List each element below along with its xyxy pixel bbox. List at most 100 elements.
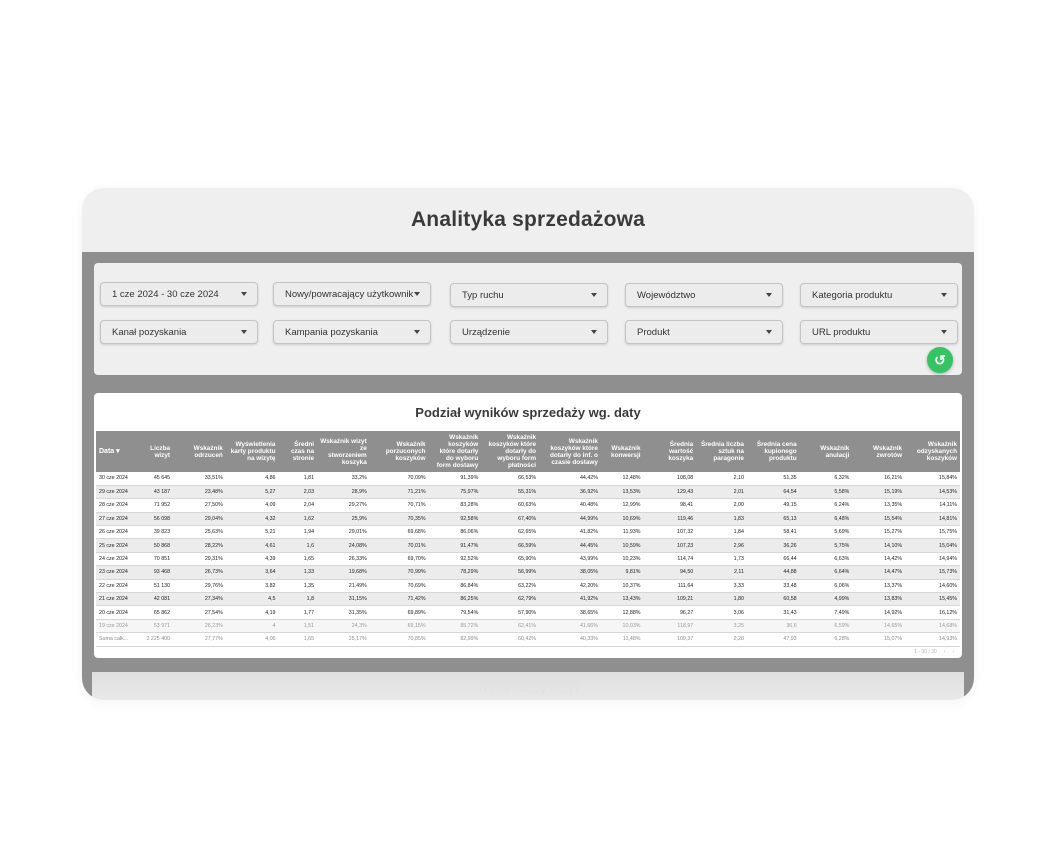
- table-cell: 53 971: [142, 619, 174, 634]
- table-cell: 111,64: [643, 579, 697, 594]
- table-cell: 1,77: [278, 605, 318, 620]
- column-header[interactable]: Wskaźnik koszyków które dotarły do wybor…: [428, 431, 482, 472]
- table-cell: 4,39: [225, 552, 279, 567]
- filter-acquisition-channel[interactable]: Kanał pozyskania: [100, 320, 258, 344]
- table-cell: 45 645: [142, 472, 174, 486]
- table-cell: 1,65: [278, 552, 318, 567]
- table-cell: 31,35%: [317, 605, 370, 620]
- table-cell: 2,10: [696, 472, 747, 486]
- filter-label: Urządzenie: [462, 326, 511, 338]
- table-cell: 1,83: [696, 512, 747, 527]
- chevron-down-icon: [414, 330, 420, 334]
- table-row[interactable]: 23 cze 2024 93 468 26,73% 3,64 1,33 19,68% 70,…: [96, 565, 960, 580]
- table-cell: 86,84%: [428, 579, 482, 594]
- table-row[interactable]: 19 cze 2024 53 971 26,23% 4 1,51 24,3% 69,15% 8…: [96, 619, 960, 634]
- page-title: Analityka sprzedażowa: [410, 208, 646, 231]
- column-header[interactable]: Wskaźnik porzuconych koszyków: [369, 431, 429, 472]
- column-header[interactable]: Wskaźnik wizyt ze stworzeniem koszyka: [317, 431, 370, 472]
- table-cell: 12,48%: [600, 472, 644, 486]
- reset-filters-button[interactable]: ↺: [927, 347, 953, 373]
- column-header[interactable]: Średnia wartość koszyka: [643, 431, 697, 472]
- column-header[interactable]: Wskaźnik konwersji: [600, 431, 644, 472]
- table-cell: 19,68%: [317, 565, 370, 580]
- table-cell: 65,90%: [481, 552, 540, 567]
- column-header[interactable]: Wskaźnik koszyków które dotarły do inf. …: [539, 431, 601, 472]
- table-cell: 62,79%: [481, 592, 540, 607]
- column-header[interactable]: Wskaźnik anulacji: [799, 431, 853, 472]
- table-cell: 3,82: [225, 579, 279, 594]
- table-cell: 1,81: [278, 472, 318, 486]
- table-total-row: Suma całk... 2 225 400 27,77% 4,06 1,65 25,17…: [96, 632, 960, 647]
- table-cell: 22 cze 2024: [96, 579, 143, 594]
- table-cell: 83,28%: [428, 498, 482, 513]
- table-cell: 14,53%: [905, 485, 960, 500]
- table-cell: 10,69%: [600, 512, 644, 527]
- table-cell: 26,73%: [173, 565, 226, 580]
- table-row[interactable]: 21 cze 2024 42 081 27,34% 4,5 1,8 31,15% 71,42…: [96, 592, 960, 607]
- table-pagination: 1 - 30 / 30 ‹ ›: [914, 649, 954, 655]
- table-cell: 60,63%: [481, 498, 540, 513]
- chevron-down-icon: [766, 293, 772, 297]
- filter-product-category[interactable]: Kategoria produktu: [800, 283, 958, 307]
- column-header[interactable]: Średnia liczba sztuk na paragonie: [696, 431, 747, 472]
- column-header[interactable]: Wskaźnik odzyskanych koszyków: [905, 431, 960, 472]
- table-cell: 21 cze 2024: [96, 592, 143, 607]
- column-header[interactable]: Liczba wizyt: [142, 431, 174, 472]
- table-cell: 15,54%: [852, 512, 906, 527]
- filter-user-type[interactable]: Nowy/powracający użytkownik: [273, 282, 431, 306]
- next-page-button[interactable]: ›: [952, 649, 954, 655]
- table-row[interactable]: 22 cze 2024 51 130 29,76% 3,82 1,35 21,49% 70,…: [96, 579, 960, 594]
- table-cell: 6,06%: [799, 579, 853, 594]
- column-header[interactable]: Wskaźnik odrzuceń: [173, 431, 226, 472]
- filter-product-url[interactable]: URL produktu: [800, 320, 958, 344]
- table-cell: 64,54: [746, 485, 800, 500]
- table-cell: 44,45%: [539, 538, 601, 553]
- table-row[interactable]: 30 cze 2024 45 645 33,51% 4,86 1,81 33,2% 70,0…: [96, 472, 960, 486]
- table-row[interactable]: 27 cze 2024 56 098 29,04% 4,32 1,62 25,9% 70,3…: [96, 512, 960, 527]
- table-cell: 14,92%: [852, 605, 906, 620]
- chevron-down-icon: [241, 292, 247, 296]
- table-cell: 26,33%: [317, 552, 370, 567]
- table-total-cell: 70,85%: [369, 632, 429, 647]
- table-row[interactable]: 28 cze 2024 71 952 27,50% 4,09 2,04 29,27% 70,…: [96, 498, 960, 513]
- filter-acquisition-campaign[interactable]: Kampania pozyskania: [273, 320, 431, 344]
- table-row[interactable]: 29 cze 2024 43 187 23,48% 5,27 2,03 28,9% 71,2…: [96, 485, 960, 500]
- table-row[interactable]: 25 cze 2024 50 868 28,22% 4,61 1,6 24,08% 70,0…: [96, 538, 960, 553]
- filter-label: Kanał pozyskania: [112, 326, 187, 338]
- table-cell: 6,48%: [799, 512, 853, 527]
- table-cell: 24,08%: [317, 538, 370, 553]
- filter-device[interactable]: Urządzenie: [450, 320, 608, 344]
- column-header[interactable]: Średnia cena kupionego produktu: [746, 431, 800, 472]
- filter-traffic-type[interactable]: Typ ruchu: [450, 283, 608, 307]
- filter-product[interactable]: Produkt: [625, 320, 783, 344]
- table-cell: 6,63%: [799, 552, 853, 567]
- table-cell: 118,97: [643, 619, 697, 634]
- table-total-cell: 109,37: [643, 632, 697, 647]
- table-cell: 4,5: [225, 592, 279, 607]
- column-header[interactable]: Wskaźnik zwrotów: [852, 431, 906, 472]
- prev-page-button[interactable]: ‹: [944, 649, 946, 655]
- filter-voivodeship[interactable]: Województwo: [625, 283, 783, 307]
- table-cell: 10,37%: [600, 579, 644, 594]
- table-total-cell: 47,93: [746, 632, 800, 647]
- column-header[interactable]: Wskaźnik koszyków które dotarły do wybor…: [481, 431, 540, 472]
- table-cell: 28 cze 2024: [96, 498, 143, 513]
- table-cell: 2,11: [696, 565, 747, 580]
- table-cell: 42,20%: [539, 579, 601, 594]
- table-cell: 24,3%: [317, 619, 370, 634]
- column-header[interactable]: Data ▾: [96, 431, 143, 472]
- filter-date-range[interactable]: 1 cze 2024 - 30 cze 2024: [100, 282, 258, 306]
- column-header[interactable]: Wyświetlenia karty produktu na wizytę: [225, 431, 279, 472]
- table-row[interactable]: 24 cze 2024 70 851 29,31% 4,39 1,65 26,33% 69,…: [96, 552, 960, 567]
- table-row[interactable]: 26 cze 2024 39 823 25,63% 5,21 1,94 29,01% 69,…: [96, 525, 960, 540]
- table-header-row: Data ▾ Liczba wizyt Wskaźnik odrzuceń Wyświ…: [96, 431, 960, 472]
- table-cell: 69,15%: [369, 619, 429, 634]
- table-row[interactable]: 20 cze 2024 65 862 27,54% 4,19 1,77 31,35% 69,…: [96, 605, 960, 620]
- table-cell: 29,27%: [317, 498, 370, 513]
- table-cell: 1,51: [278, 619, 318, 634]
- table-cell: 4,19: [225, 605, 279, 620]
- table-total-cell: 2 225 400: [142, 632, 174, 647]
- chevron-down-icon: [766, 330, 772, 334]
- table-cell: 4,86: [225, 472, 279, 486]
- column-header[interactable]: Średni czas na stronie: [278, 431, 318, 472]
